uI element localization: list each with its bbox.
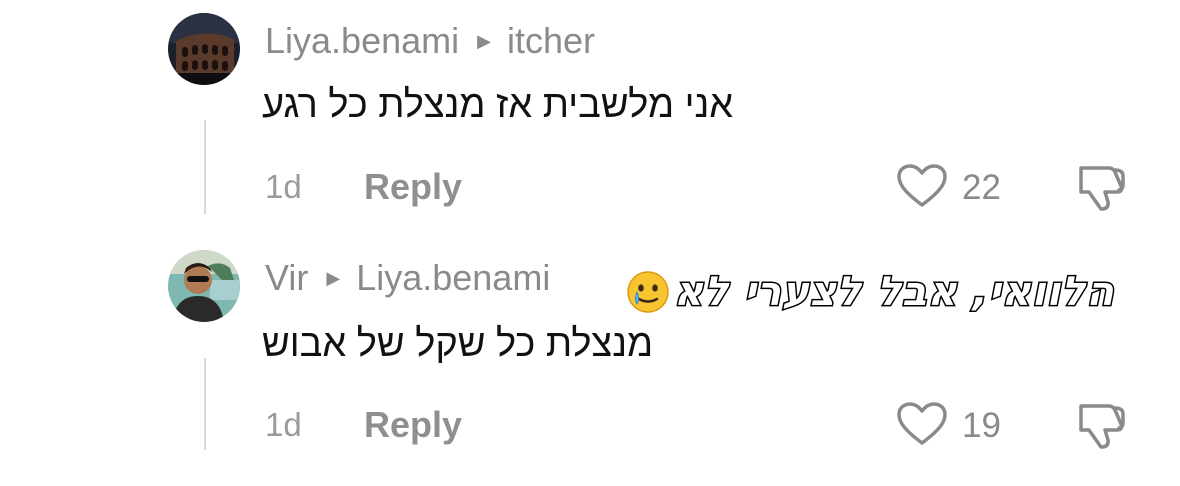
- reply-arrow-icon: ▶: [326, 268, 341, 288]
- reply-to-name[interactable]: Liya.benami: [356, 257, 550, 299]
- comment-header: Liya.benami ▶ itcher: [265, 20, 595, 62]
- comment-time: 1d: [265, 168, 302, 205]
- like-count: 19: [962, 406, 1001, 445]
- colosseum-night-photo: [168, 13, 240, 85]
- like-button[interactable]: [896, 401, 948, 447]
- reply-button[interactable]: Reply: [364, 166, 462, 208]
- comment-item: Liya.benami ▶ itcher אני מלשבית אז מנצלת…: [0, 0, 1180, 230]
- avatar[interactable]: [168, 13, 240, 85]
- like-count: 22: [962, 168, 1001, 207]
- man-sunglasses-photo: [168, 250, 240, 322]
- reply-button[interactable]: Reply: [364, 404, 462, 446]
- like-button[interactable]: [896, 163, 948, 209]
- dislike-button[interactable]: [1075, 162, 1129, 214]
- caption-text: הלוואי, אבל לצערי לא: [673, 268, 1116, 317]
- author-name[interactable]: Vir: [265, 257, 308, 299]
- comment-time: 1d: [265, 406, 302, 443]
- thumbs-down-icon: [1079, 404, 1125, 449]
- overlay-caption: הלוואי, אבל לצערי לא: [626, 268, 1116, 317]
- crying-smile-emoji: [627, 271, 669, 313]
- dislike-button[interactable]: [1075, 400, 1129, 452]
- comment-text: מנצלת כל שקל של אבוש: [262, 323, 654, 365]
- heart-icon: [897, 402, 947, 445]
- avatar[interactable]: [168, 250, 240, 322]
- thumbs-down-icon: [1079, 166, 1125, 211]
- comment-text: אני מלשבית אז מנצלת כל רגע: [262, 84, 734, 126]
- reply-arrow-icon: ▶: [477, 31, 491, 51]
- heart-icon: [897, 164, 947, 207]
- author-name[interactable]: Liya.benami: [265, 20, 459, 62]
- reply-to-name[interactable]: itcher: [507, 20, 595, 62]
- comment-header: Vir ▶ Liya.benami: [265, 257, 550, 299]
